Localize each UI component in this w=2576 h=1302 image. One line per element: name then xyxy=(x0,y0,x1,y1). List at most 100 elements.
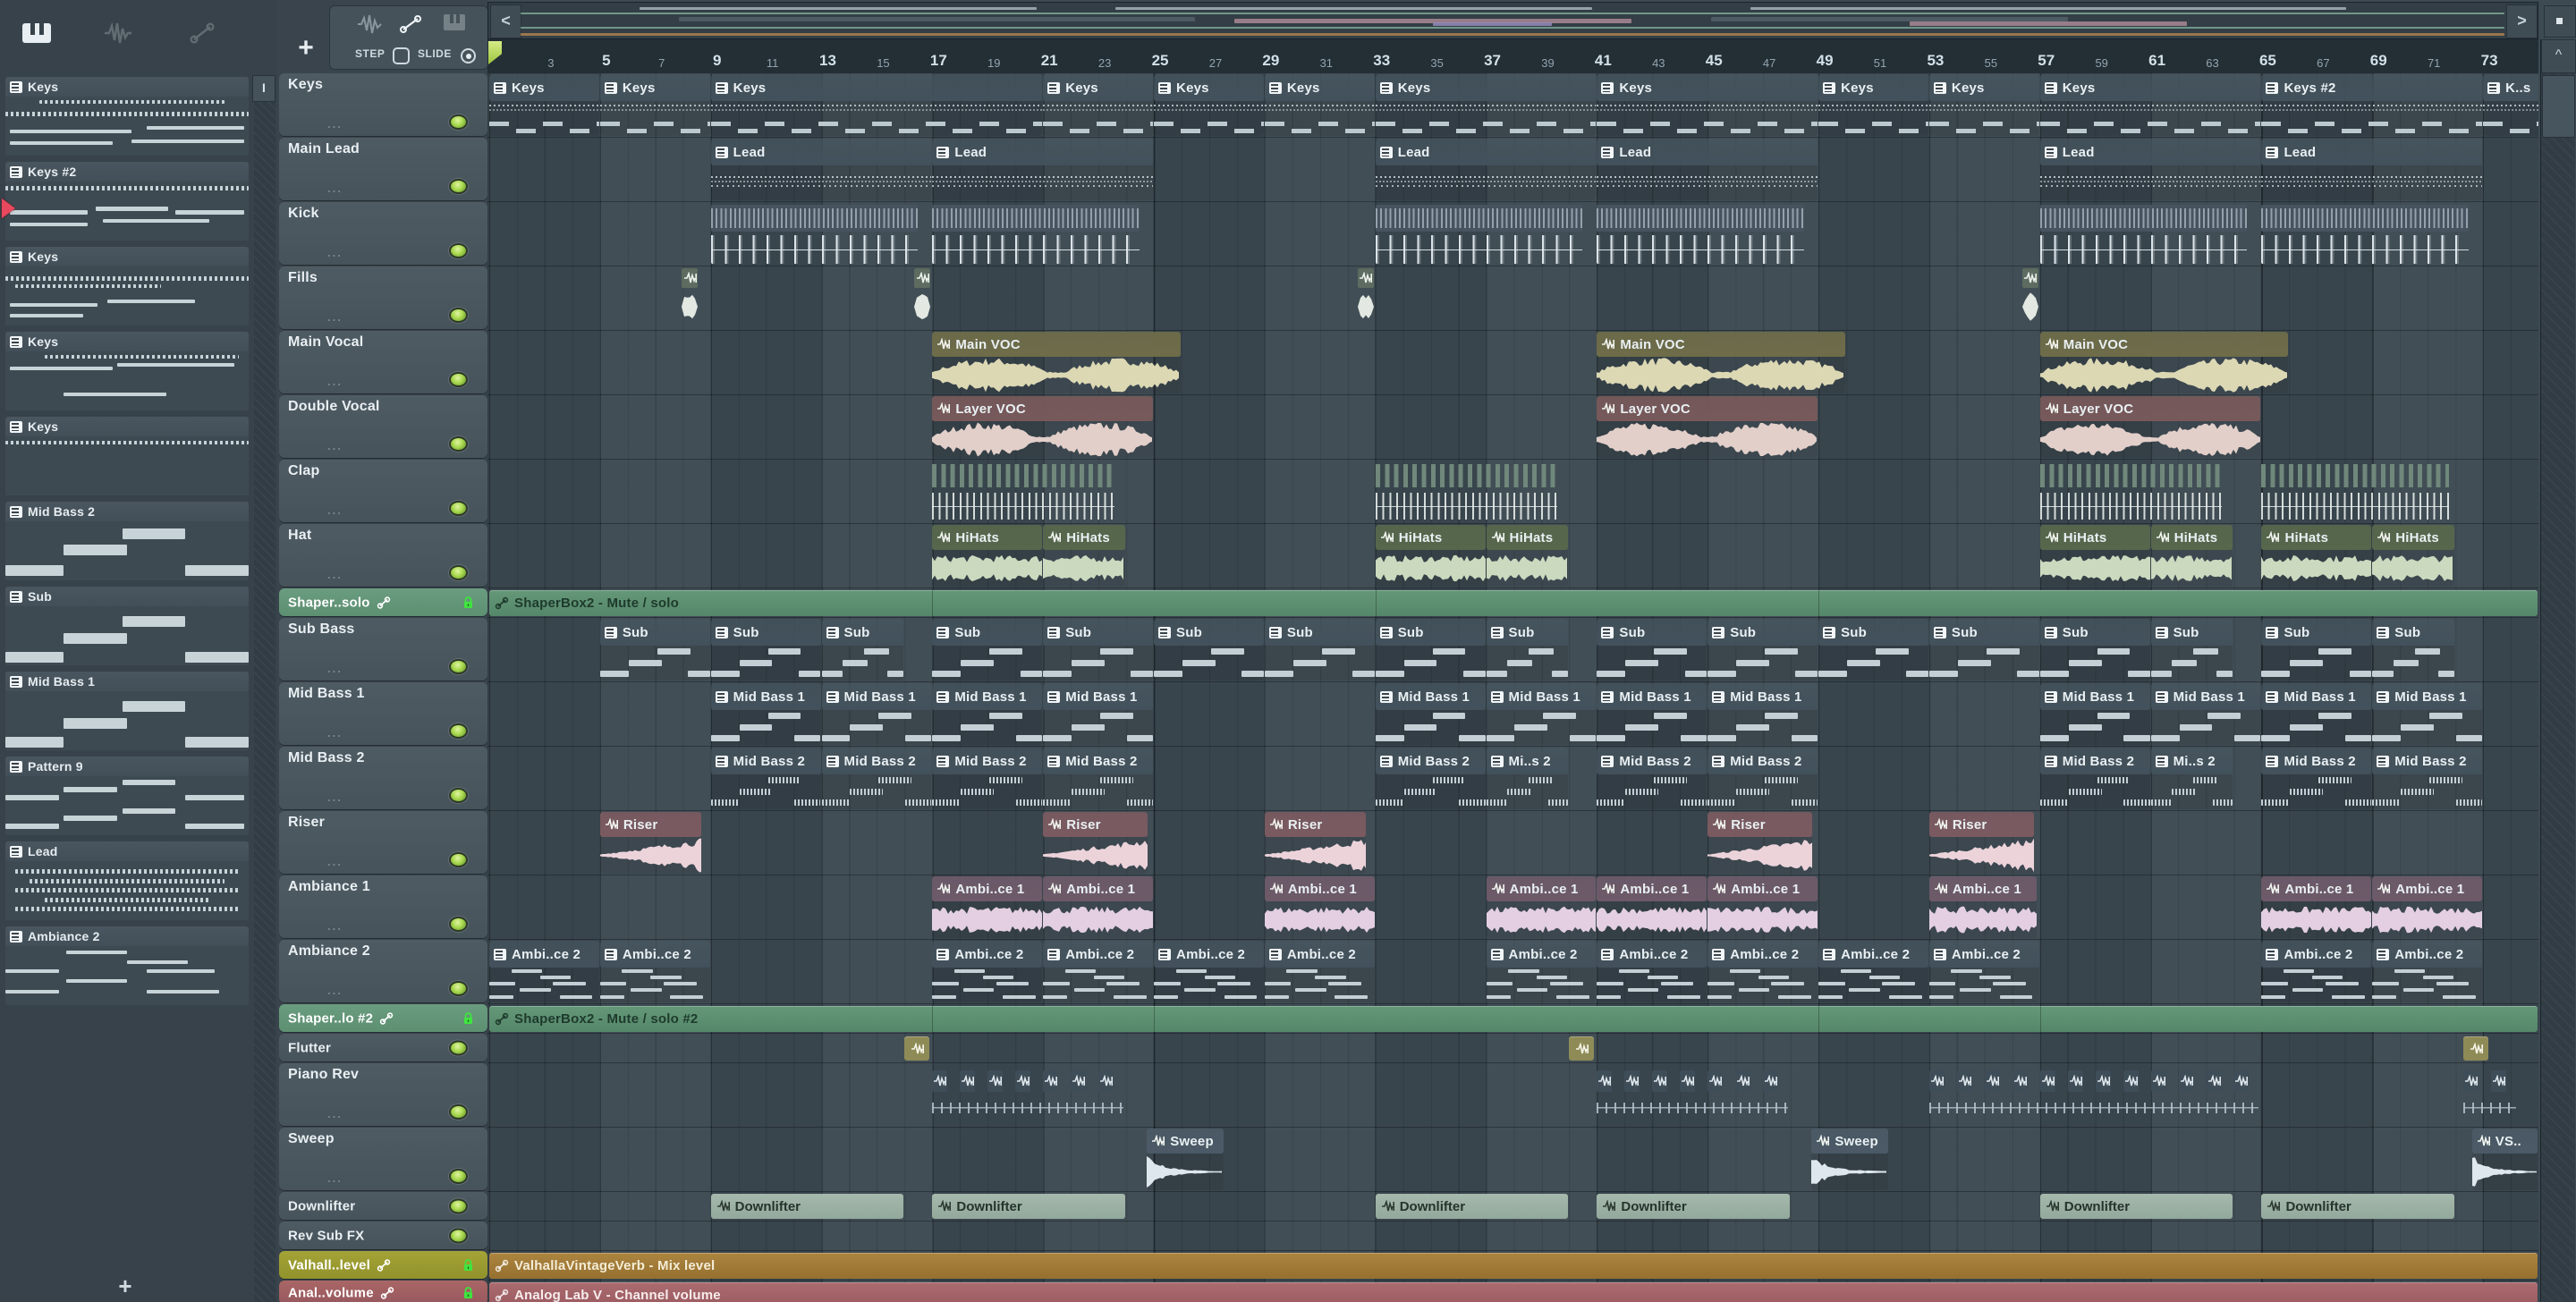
audio-clip[interactable]: Ambi..ce 1 xyxy=(1928,876,2037,938)
audio-clip[interactable]: Ambi..ce 1 xyxy=(1043,876,1154,938)
piano-rev-clip[interactable] xyxy=(987,1070,1004,1092)
track-item-keys[interactable]: Keys... xyxy=(279,73,487,136)
downlifter-clip[interactable]: Downlifter xyxy=(2261,1194,2455,1219)
fill-clip[interactable] xyxy=(914,268,931,328)
piano-rev-clip[interactable] xyxy=(2233,1070,2250,1092)
pattern-clip[interactable]: Mid Bass 2 xyxy=(1707,748,1818,809)
audio-clip[interactable]: Riser xyxy=(1043,812,1148,874)
piano-rev-clip[interactable] xyxy=(1984,1070,2000,1092)
pattern-clip[interactable]: Mid Bass 1 xyxy=(1486,683,1597,745)
waveform-icon[interactable] xyxy=(103,21,133,45)
track-item-clap[interactable]: Clap... xyxy=(279,460,487,522)
pattern-clip[interactable]: Ambi..ce 2 xyxy=(1043,941,1154,1002)
piano-rev-clip[interactable] xyxy=(1680,1070,1696,1092)
downlifter-clip[interactable]: Downlifter xyxy=(2039,1194,2233,1219)
piano-rev-clip[interactable] xyxy=(1763,1070,1779,1092)
kick-clip[interactable] xyxy=(2261,203,2469,265)
pattern-clip[interactable]: Sub xyxy=(1597,619,1707,681)
downlifter-clip[interactable]: Downlifter xyxy=(932,1194,1126,1219)
playhead-marker[interactable] xyxy=(488,41,502,64)
clap-clip[interactable] xyxy=(932,461,1114,522)
audio-clip[interactable]: Ambi..ce 1 xyxy=(932,876,1043,938)
piano-rev-clip[interactable] xyxy=(2178,1070,2194,1092)
grid-row-fills[interactable] xyxy=(487,266,2538,331)
piano-rev-clip[interactable] xyxy=(1624,1070,1640,1092)
kick-clip[interactable] xyxy=(710,203,918,265)
pattern-clip[interactable]: Ambi..ce 2 xyxy=(2261,941,2372,1002)
pattern-clip[interactable]: Mid Bass 2 xyxy=(1375,748,1486,809)
pattern-clip[interactable]: Lead xyxy=(710,139,932,200)
pattern-clip[interactable]: Mi..s 2 xyxy=(2150,748,2233,809)
clap-clip[interactable] xyxy=(2039,461,2223,522)
pattern-clip[interactable]: Ambi..ce 2 xyxy=(1818,941,1928,1002)
audio-clip[interactable]: HiHats xyxy=(932,525,1043,587)
track-mute-led[interactable] xyxy=(449,1228,468,1243)
pattern-clip[interactable]: Keys xyxy=(2039,74,2261,136)
audio-clip[interactable]: Main VOC xyxy=(932,332,1181,393)
piano-rev-clip[interactable] xyxy=(1043,1070,1059,1092)
track-mute-led[interactable] xyxy=(449,1040,468,1055)
pattern-clip[interactable]: Mid Bass 1 xyxy=(2372,683,2483,745)
audio-clip[interactable]: Ambi..ce 1 xyxy=(1264,876,1375,938)
pattern-clip[interactable]: Sub xyxy=(2150,619,2233,681)
track-item-anal-volume[interactable]: Anal..volume xyxy=(279,1281,487,1302)
pattern-clip[interactable]: Keys xyxy=(1264,74,1375,136)
piano-rev-clip[interactable] xyxy=(932,1070,948,1092)
track-item-shaper-lo-2[interactable]: Shaper..lo #2 xyxy=(279,1004,487,1032)
piano-rev-clip[interactable] xyxy=(2039,1070,2055,1092)
piano-rev-clip[interactable] xyxy=(1597,1070,1613,1092)
piano-rev-clip[interactable] xyxy=(960,1070,976,1092)
slide-mode-icon[interactable] xyxy=(400,13,423,35)
track-mute-led[interactable] xyxy=(449,659,468,674)
track-mute-led[interactable] xyxy=(449,565,468,580)
kick-clip[interactable] xyxy=(932,203,1140,265)
pattern-clip[interactable]: Keys xyxy=(1154,74,1264,136)
track-mute-led[interactable] xyxy=(449,179,468,194)
track-item-ambiance-2[interactable]: Ambiance 2... xyxy=(279,940,487,1002)
pattern-clip[interactable]: Sub xyxy=(2261,619,2372,681)
pattern-item[interactable]: Mid Bass 2 xyxy=(5,502,249,580)
audio-clip[interactable]: Riser xyxy=(599,812,702,874)
audio-clip[interactable]: Main VOC xyxy=(1597,332,1846,393)
pattern-clip[interactable]: Mid Bass 2 xyxy=(2261,748,2372,809)
track-mute-led[interactable] xyxy=(449,372,468,387)
pattern-clip[interactable]: Ambi..ce 2 xyxy=(1154,941,1264,1002)
pattern-clip[interactable]: Sub xyxy=(1375,619,1486,681)
downlifter-clip[interactable]: Downlifter xyxy=(710,1194,904,1219)
fill-clip[interactable] xyxy=(2021,268,2038,328)
pattern-clip[interactable]: Mid Bass 2 xyxy=(821,748,932,809)
pattern-clip[interactable]: Ambi..ce 2 xyxy=(1597,941,1707,1002)
pattern-item[interactable]: Mid Bass 1 xyxy=(5,672,249,750)
track-mute-led[interactable] xyxy=(449,114,468,130)
track-mute-led[interactable] xyxy=(449,1198,468,1213)
pattern-clip[interactable]: Keys xyxy=(1818,74,1928,136)
pattern-clip[interactable]: Keys xyxy=(489,74,599,136)
pattern-clip[interactable]: Mid Bass 1 xyxy=(821,683,932,745)
lock-icon[interactable] xyxy=(462,596,475,610)
track-item-sub-bass[interactable]: Sub Bass... xyxy=(279,618,487,681)
automation-clip[interactable]: ShaperBox2 - Mute / solo xyxy=(489,590,2538,616)
pattern-clip[interactable]: Mid Bass 2 xyxy=(710,748,821,809)
pattern-item[interactable]: Lead xyxy=(5,841,249,920)
audio-clip[interactable]: Ambi..ce 1 xyxy=(1597,876,1707,938)
piano-rev-clip[interactable] xyxy=(1015,1070,1031,1092)
arrangement-navigator[interactable]: < > xyxy=(487,2,2538,39)
track-item-riser[interactable]: Riser... xyxy=(279,811,487,874)
pattern-item[interactable]: Keys xyxy=(5,332,249,410)
track-mute-led[interactable] xyxy=(449,1104,468,1120)
piano-rev-clip[interactable] xyxy=(2491,1070,2507,1092)
piano-rev-clip[interactable] xyxy=(2123,1070,2139,1092)
pattern-clip[interactable]: Mid Bass 2 xyxy=(1043,748,1154,809)
grid-row-piano-rev[interactable] xyxy=(487,1063,2538,1128)
kick-clip[interactable] xyxy=(1375,203,1582,265)
pattern-clip[interactable]: Sub xyxy=(1486,619,1569,681)
pattern-clip[interactable]: Lead xyxy=(932,139,1154,200)
pattern-clip[interactable]: Keys xyxy=(710,74,1043,136)
piano-rev-clip[interactable] xyxy=(2067,1070,2083,1092)
downlifter-clip[interactable]: Downlifter xyxy=(1375,1194,1569,1219)
pattern-clip[interactable]: Sub xyxy=(1043,619,1154,681)
picker-scrollbar[interactable] xyxy=(254,75,275,1302)
pattern-item[interactable]: Keys xyxy=(5,417,249,495)
pattern-clip[interactable]: Ambi..ce 2 xyxy=(1707,941,1818,1002)
audio-clip[interactable]: VS.. xyxy=(2471,1129,2538,1190)
